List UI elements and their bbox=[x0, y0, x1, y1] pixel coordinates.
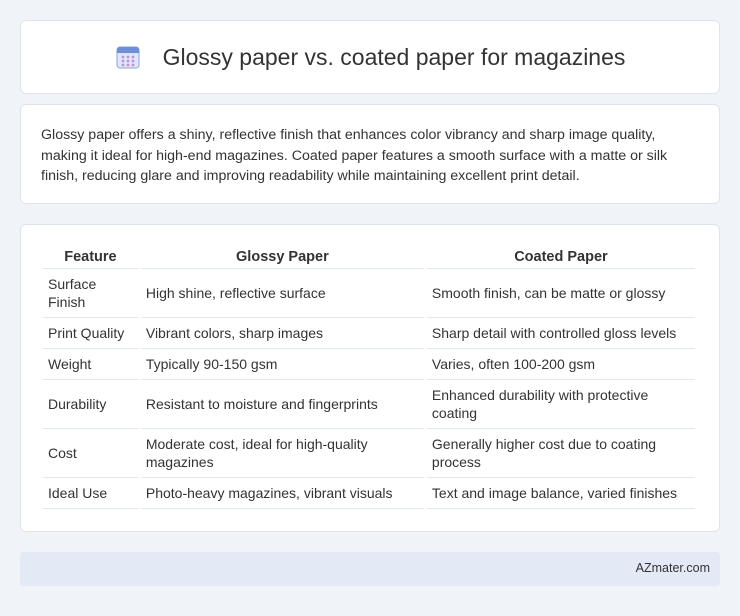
coated-cell: Smooth finish, can be matte or glossy bbox=[426, 269, 695, 318]
header-glossy: Glossy Paper bbox=[140, 245, 424, 269]
glossy-cell: Resistant to moisture and fingerprints bbox=[140, 380, 424, 429]
glossy-cell: Photo-heavy magazines, vibrant visuals bbox=[140, 478, 424, 509]
feature-cell: Ideal Use bbox=[43, 478, 138, 509]
coated-cell: Enhanced durability with protective coat… bbox=[426, 380, 695, 429]
table-header-row: Feature Glossy Paper Coated Paper bbox=[43, 245, 695, 269]
coated-cell: Generally higher cost due to coating pro… bbox=[426, 429, 695, 478]
footer-brand-link[interactable]: AZmater.com bbox=[636, 561, 710, 575]
coated-cell: Varies, often 100-200 gsm bbox=[426, 349, 695, 380]
glossy-cell: High shine, reflective surface bbox=[140, 269, 424, 318]
table-row: Cost Moderate cost, ideal for high-quali… bbox=[43, 429, 695, 478]
page-title: Glossy paper vs. coated paper for magazi… bbox=[162, 43, 626, 70]
table-row: Durability Resistant to moisture and fin… bbox=[43, 380, 695, 429]
table-row: Print Quality Vibrant colors, sharp imag… bbox=[43, 318, 695, 349]
comparison-table: Feature Glossy Paper Coated Paper Surfac… bbox=[40, 245, 698, 509]
feature-cell: Durability bbox=[43, 380, 138, 429]
feature-cell: Weight bbox=[43, 349, 138, 380]
footer-bar: AZmater.com bbox=[20, 552, 720, 586]
intro-card: Glossy paper offers a shiny, reflective … bbox=[20, 104, 720, 204]
comparison-card: Feature Glossy Paper Coated Paper Surfac… bbox=[20, 224, 720, 532]
glossy-cell: Moderate cost, ideal for high-quality ma… bbox=[140, 429, 424, 478]
table-row: Surface Finish High shine, reflective su… bbox=[43, 269, 695, 318]
table-row: Ideal Use Photo-heavy magazines, vibrant… bbox=[43, 478, 695, 509]
feature-cell: Surface Finish bbox=[43, 269, 138, 318]
feature-cell: Cost bbox=[43, 429, 138, 478]
glossy-cell: Vibrant colors, sharp images bbox=[140, 318, 424, 349]
coated-cell: Sharp detail with controlled gloss level… bbox=[426, 318, 695, 349]
title-card: Glossy paper vs. coated paper for magazi… bbox=[20, 20, 720, 94]
glossy-cell: Typically 90-150 gsm bbox=[140, 349, 424, 380]
calendar-icon bbox=[116, 46, 140, 69]
feature-cell: Print Quality bbox=[43, 318, 138, 349]
coated-cell: Text and image balance, varied finishes bbox=[426, 478, 695, 509]
header-coated: Coated Paper bbox=[426, 245, 695, 269]
header-feature: Feature bbox=[43, 245, 138, 269]
table-row: Weight Typically 90-150 gsm Varies, ofte… bbox=[43, 349, 695, 380]
intro-text: Glossy paper offers a shiny, reflective … bbox=[41, 127, 668, 184]
